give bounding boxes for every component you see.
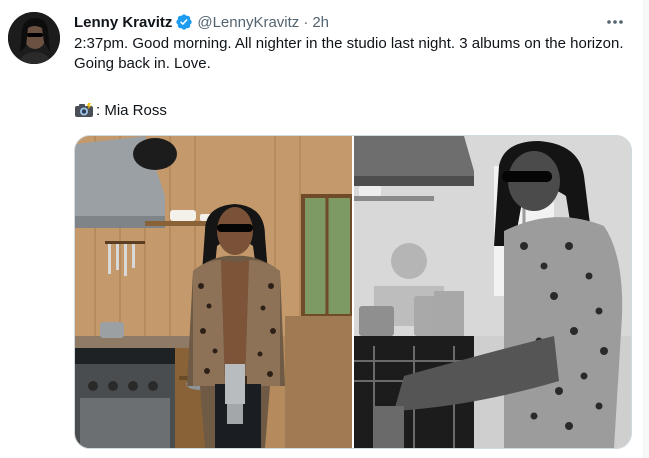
verified-badge-icon xyxy=(175,13,193,31)
kitchen-photo-color xyxy=(75,136,352,448)
author-handle[interactable]: @LennyKravitz xyxy=(197,14,299,31)
photo-credit: : Mia Ross xyxy=(74,100,167,120)
media-photo-2[interactable] xyxy=(354,136,631,448)
tweet-timestamp[interactable]: 2h xyxy=(312,14,329,31)
photo-credit-text: : Mia Ross xyxy=(96,101,167,119)
author-name[interactable]: Lenny Kravitz xyxy=(74,14,172,31)
avatar-image xyxy=(8,12,60,64)
kitchen-photo-bw xyxy=(354,136,631,448)
avatar[interactable] xyxy=(8,12,60,64)
tweet-media[interactable] xyxy=(74,135,632,449)
media-photo-1[interactable] xyxy=(75,136,352,448)
tweet[interactable]: Lenny Kravitz @LennyKravitz · 2h 2:37pm.… xyxy=(0,0,649,458)
more-horizontal-icon xyxy=(607,20,623,24)
more-options-button[interactable] xyxy=(603,10,627,34)
tweet-header: Lenny Kravitz @LennyKravitz · 2h xyxy=(74,12,329,32)
camera-flash-icon xyxy=(74,102,94,118)
header-separator: · xyxy=(303,13,309,31)
page-scroll-edge xyxy=(643,0,649,458)
tweet-text: 2:37pm. Good morning. All nighter in the… xyxy=(74,35,624,72)
